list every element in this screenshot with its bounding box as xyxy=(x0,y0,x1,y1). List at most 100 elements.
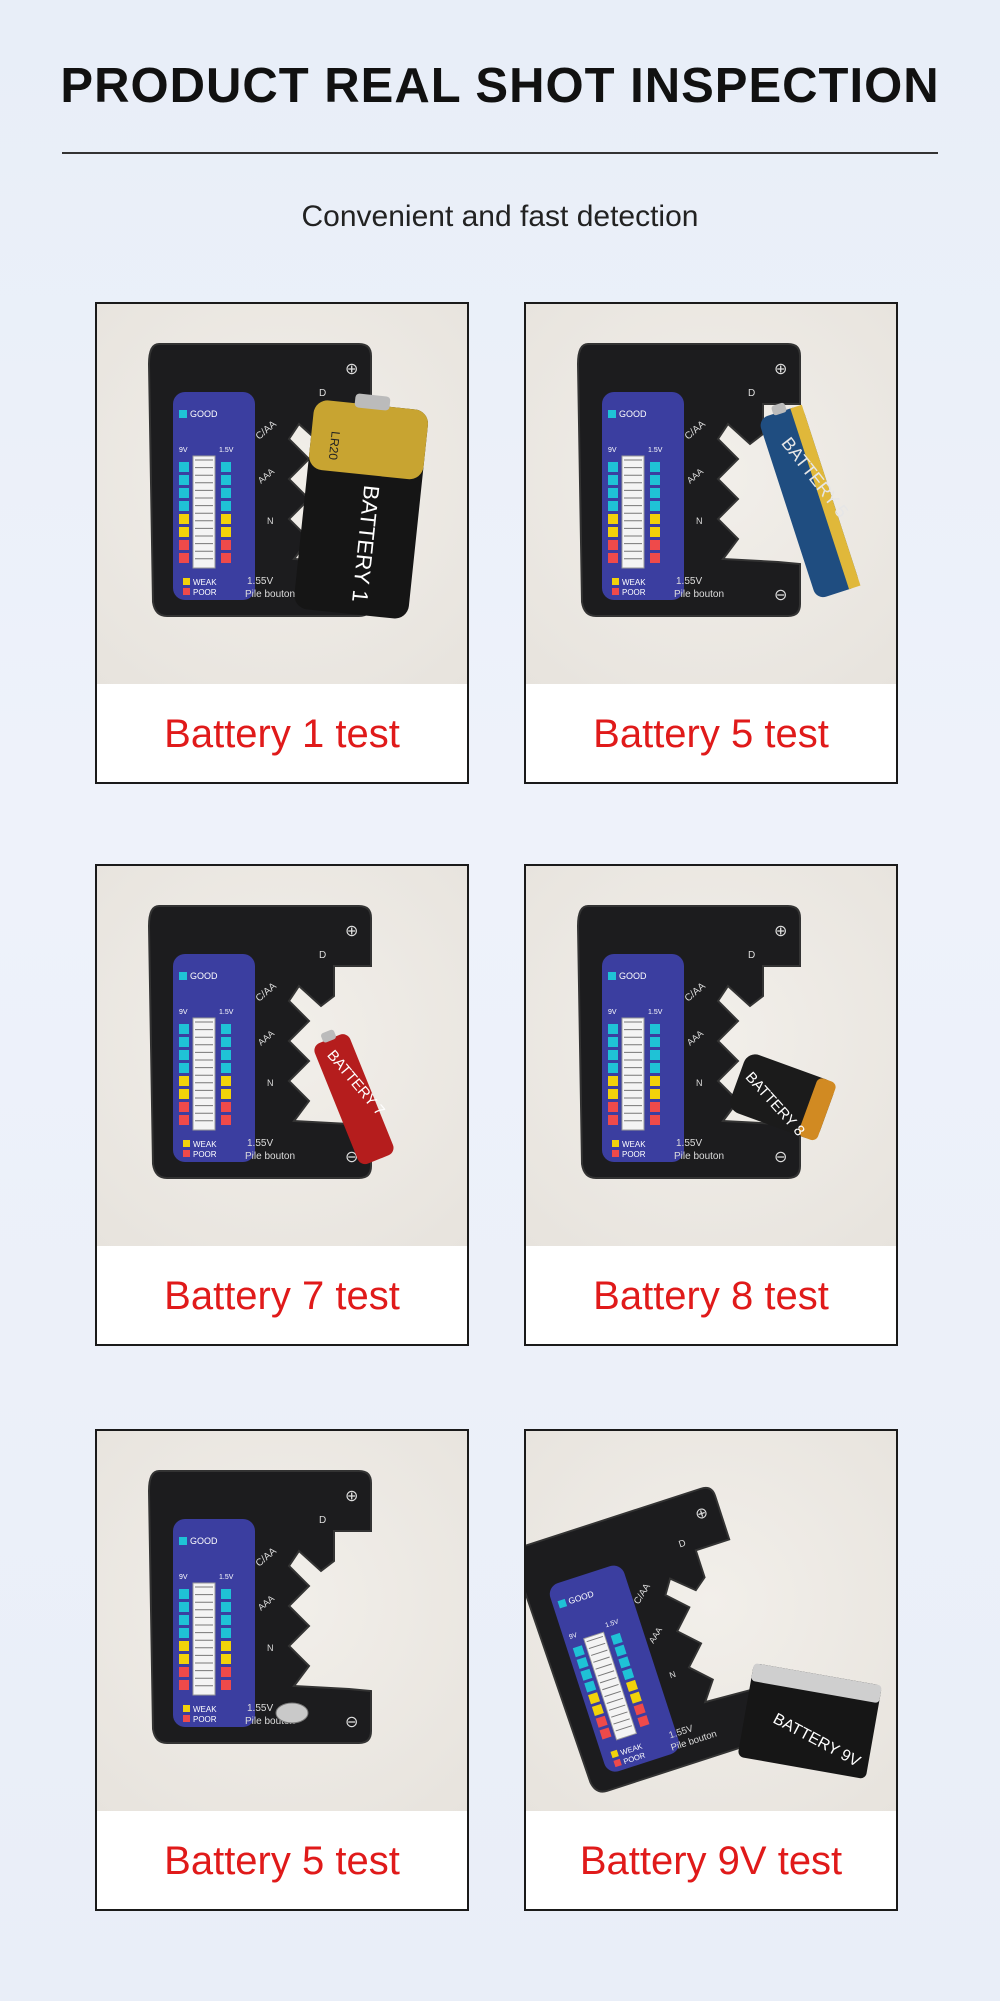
level-block xyxy=(221,1063,231,1073)
weak-swatch xyxy=(183,1140,190,1147)
level-block xyxy=(179,514,189,524)
battery-cap xyxy=(309,400,428,480)
card-caption: Battery 1 test xyxy=(97,684,467,782)
level-block xyxy=(650,527,660,537)
level-block xyxy=(179,1667,189,1677)
page-title: PRODUCT REAL SHOT INSPECTION xyxy=(60,59,940,113)
level-block xyxy=(179,1602,189,1612)
slot-n-label: N xyxy=(696,1078,703,1088)
plus-terminal-icon: ⊕ xyxy=(774,923,787,940)
poor-swatch xyxy=(183,1150,190,1157)
poor-swatch xyxy=(612,588,619,595)
level-block xyxy=(221,488,231,498)
level-block xyxy=(650,1115,660,1125)
title-divider xyxy=(62,152,938,154)
level-block xyxy=(221,475,231,485)
voltage-9v-label: 9V xyxy=(179,1574,188,1581)
level-block xyxy=(179,553,189,563)
level-block xyxy=(608,1063,618,1073)
weak-label: WEAK xyxy=(193,1705,217,1714)
good-swatch xyxy=(608,972,616,980)
weak-label: WEAK xyxy=(193,1140,217,1149)
poor-swatch xyxy=(183,588,190,595)
level-block xyxy=(650,1063,660,1073)
level-block xyxy=(650,501,660,511)
slot-n-label: N xyxy=(267,516,274,526)
battery: LR20BATTERY 1 xyxy=(294,393,428,619)
level-block xyxy=(179,527,189,537)
level-block xyxy=(221,553,231,563)
battery-tester: GOOD9V1.5VWEAKPOORC/AAAAAND⊕⊖1.55VPile b… xyxy=(147,1470,372,1744)
good-swatch xyxy=(179,1537,187,1545)
level-block xyxy=(179,1680,189,1690)
level-block xyxy=(608,1115,618,1125)
level-block xyxy=(650,514,660,524)
level-block xyxy=(608,1037,618,1047)
level-block xyxy=(179,1589,189,1599)
level-block xyxy=(179,1115,189,1125)
minus-terminal-icon: ⊖ xyxy=(774,587,787,604)
card-caption: Battery 5 test xyxy=(97,1811,467,1909)
level-block xyxy=(179,488,189,498)
slot-d-label: D xyxy=(319,1515,326,1526)
level-block xyxy=(650,1076,660,1086)
minus-terminal-icon: ⊖ xyxy=(345,1714,358,1731)
tester-photo: GOOD9V1.5VWEAKPOORC/AAAAAND⊕⊖1.55VPile b… xyxy=(97,304,467,684)
level-block xyxy=(179,1037,189,1047)
level-block xyxy=(221,1628,231,1638)
level-block xyxy=(608,527,618,537)
good-swatch xyxy=(608,410,616,418)
level-block xyxy=(221,514,231,524)
good-label: GOOD xyxy=(190,1536,218,1546)
level-block xyxy=(221,1654,231,1664)
plus-terminal-icon: ⊕ xyxy=(345,361,358,378)
level-block xyxy=(608,1050,618,1060)
card-caption: Battery 7 test xyxy=(97,1246,467,1344)
poor-label: POOR xyxy=(193,1150,217,1159)
battery-card: GOOD9V1.5VWEAKPOORC/AAAAAND⊕⊖1.55VPile b… xyxy=(524,302,898,784)
plus-terminal-icon: ⊕ xyxy=(774,361,787,378)
level-block xyxy=(179,1076,189,1086)
button-cell-label: Pile bouton xyxy=(245,589,295,600)
voltage-label: 1.55V xyxy=(676,1138,702,1149)
level-block xyxy=(221,1037,231,1047)
battery-tester: GOOD9V1.5VWEAKPOORC/AAAAAND⊕⊖1.55VPile b… xyxy=(576,343,801,617)
tester-illustration: GOOD9V1.5VWEAKPOORC/AAAAAND⊕⊖1.55VPile b… xyxy=(576,905,836,1179)
voltage-label: 1.55V xyxy=(247,576,273,587)
voltage-1-5v-label: 1.5V xyxy=(219,447,234,454)
battery-card: GOOD9V1.5VWEAKPOORC/AAAAAND⊕⊖1.55VPile b… xyxy=(95,1429,469,1911)
level-block xyxy=(221,462,231,472)
slot-n-label: N xyxy=(267,1643,274,1653)
battery-card: GOOD9V1.5VWEAKPOORC/AAAAAND⊕⊖1.55VPile b… xyxy=(524,864,898,1346)
weak-swatch xyxy=(183,578,190,585)
level-block xyxy=(608,1076,618,1086)
level-block xyxy=(179,1654,189,1664)
voltage-1-5v-label: 1.5V xyxy=(648,447,663,454)
level-block xyxy=(608,1089,618,1099)
voltage-9v-label: 9V xyxy=(179,1009,188,1016)
battery-card: GOOD9V1.5VWEAKPOORC/AAAAAND⊕⊖1.55VPile b… xyxy=(95,302,469,784)
slot-n-label: N xyxy=(696,516,703,526)
level-block xyxy=(608,514,618,524)
plus-terminal-icon: ⊕ xyxy=(345,923,358,940)
battery-card: GOOD9V1.5VWEAKPOORC/AAAAAND⊕⊖1.55VPile b… xyxy=(524,1429,898,1911)
tester-illustration: GOOD9V1.5VWEAKPOORC/AAAAAND⊕⊖1.55VPile b… xyxy=(147,905,394,1179)
good-swatch xyxy=(179,972,187,980)
good-label: GOOD xyxy=(619,409,647,419)
tester-illustration: GOOD9V1.5VWEAKPOORC/AAAAAND⊕⊖1.55VPile b… xyxy=(147,1470,372,1744)
level-block xyxy=(221,1024,231,1034)
level-block xyxy=(179,1641,189,1651)
level-block xyxy=(650,540,660,550)
card-caption: Battery 5 test xyxy=(526,684,896,782)
level-block xyxy=(650,1050,660,1060)
poor-label: POOR xyxy=(622,1150,646,1159)
poor-swatch xyxy=(612,1150,619,1157)
level-block xyxy=(221,1589,231,1599)
weak-label: WEAK xyxy=(622,578,646,587)
button-cell-label: Pile bouton xyxy=(674,1151,724,1162)
slot-d-label: D xyxy=(748,950,755,961)
level-block xyxy=(650,1024,660,1034)
minus-terminal-icon: ⊖ xyxy=(774,1149,787,1166)
voltage-label: 1.55V xyxy=(676,576,702,587)
card-caption: Battery 8 test xyxy=(526,1246,896,1344)
